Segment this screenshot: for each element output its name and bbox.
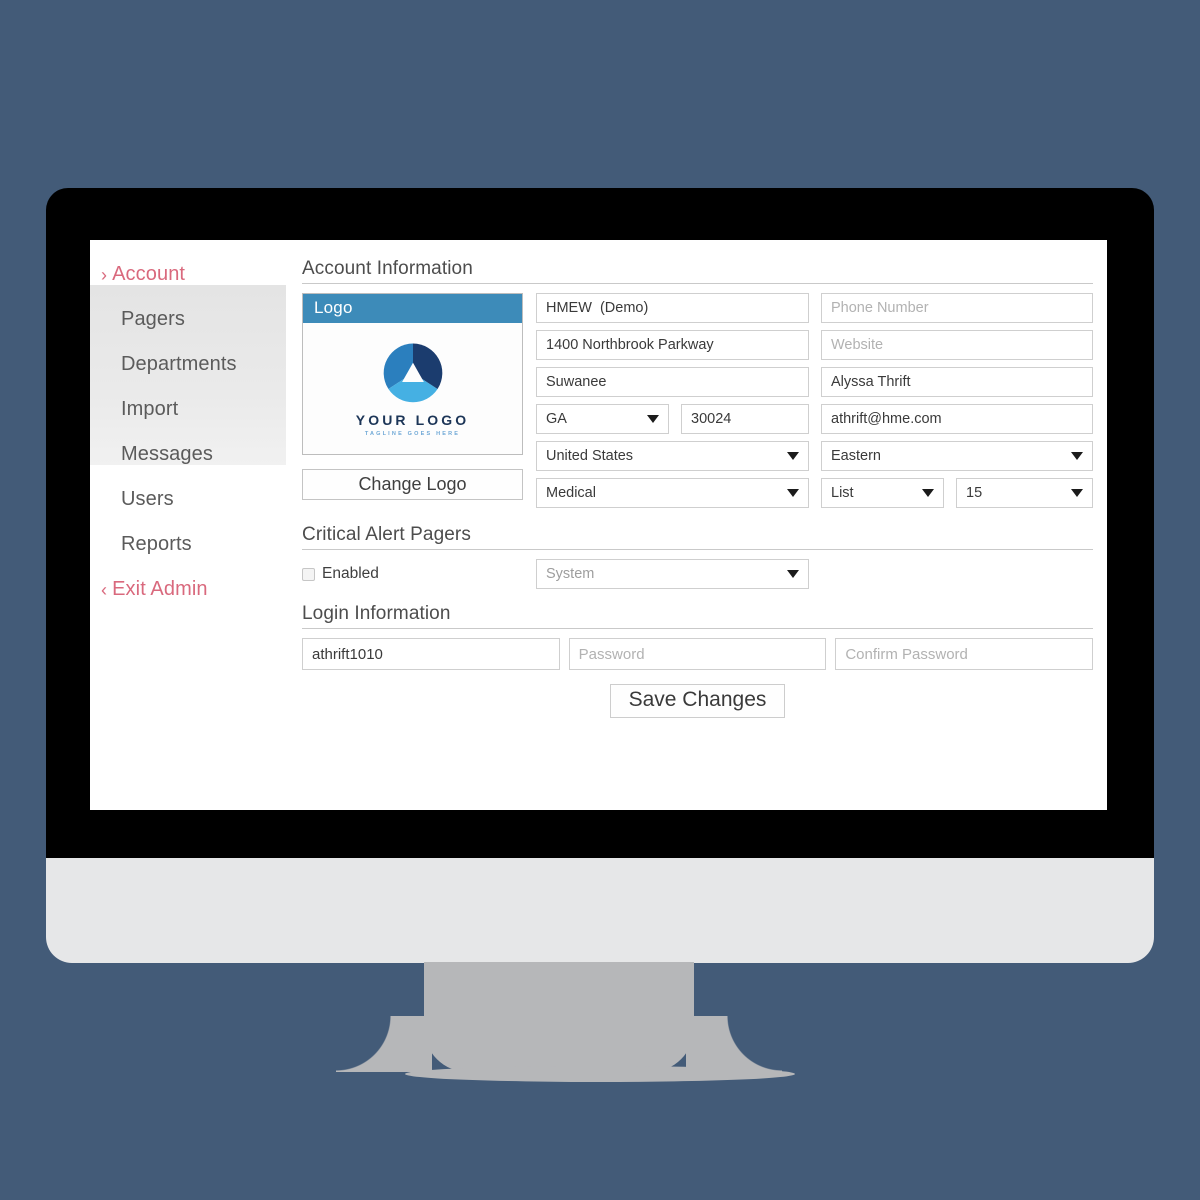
zip-input[interactable] (681, 404, 809, 434)
screen: › Account Pagers Departments Import Mess… (90, 240, 1107, 810)
enabled-label: Enabled (322, 565, 379, 582)
chevron-left-icon: ‹ (101, 579, 108, 600)
account-information-row: Logo YOUR LOGO TAGLINE GOES HERE Change … (302, 293, 1093, 508)
email-input[interactable] (821, 404, 1093, 434)
account-fields-column (536, 293, 1093, 508)
sidebar-item-reports[interactable]: Reports (90, 522, 286, 567)
field-row-name-phone (536, 293, 1093, 323)
website-input[interactable] (821, 330, 1093, 360)
username-input[interactable] (302, 638, 560, 670)
timezone-select[interactable] (821, 441, 1093, 471)
display-mode-select[interactable] (821, 478, 944, 508)
account-name-input[interactable] (536, 293, 809, 323)
timezone-select-value[interactable] (821, 441, 1093, 471)
display-mode-select-value[interactable] (821, 478, 944, 508)
critical-alert-pagers-section: Critical Alert Pagers Enabled (302, 524, 1093, 589)
sidebar-item-label: Reports (121, 533, 192, 555)
page-size-select-value[interactable] (956, 478, 1093, 508)
sidebar-item-messages[interactable]: Messages (90, 432, 286, 477)
section-heading-login-information: Login Information (302, 603, 1093, 629)
sidebar-item-label: Import (121, 398, 179, 420)
chevron-right-icon: › (101, 264, 108, 285)
page-size-select[interactable] (956, 478, 1093, 508)
sidebar-item-pagers[interactable]: Pagers (90, 297, 286, 342)
sidebar-item-label: Exit Admin (112, 578, 208, 600)
enabled-checkbox-group[interactable]: Enabled (302, 565, 536, 583)
sidebar-item-account[interactable]: › Account (90, 252, 286, 297)
sidebar-item-label: Messages (121, 443, 213, 465)
city-input[interactable] (536, 367, 809, 397)
contact-name-input[interactable] (821, 367, 1093, 397)
password-input[interactable] (568, 638, 827, 670)
field-row-country-timezone (536, 441, 1093, 471)
save-changes-button[interactable]: Save Changes (609, 684, 786, 718)
field-row-address-website (536, 330, 1093, 360)
state-select[interactable] (536, 404, 669, 434)
field-row-industry-display-count (536, 478, 1093, 508)
section-heading-critical-alert-pagers: Critical Alert Pagers (302, 524, 1093, 550)
sidebar-item-label: Account (112, 263, 186, 285)
sidebar-item-label: Departments (121, 353, 237, 375)
industry-select-value[interactable] (536, 478, 809, 508)
phone-number-input[interactable] (821, 293, 1093, 323)
critical-alert-row: Enabled (302, 559, 1093, 589)
sidebar-item-departments[interactable]: Departments (90, 342, 286, 387)
logo-column: Logo YOUR LOGO TAGLINE GOES HERE Change … (302, 293, 523, 500)
address-input[interactable] (536, 330, 809, 360)
field-row-state-zip-email (536, 404, 1093, 434)
sidebar-item-exit-admin[interactable]: ‹ Exit Admin (90, 567, 286, 612)
critical-alert-source-value[interactable] (536, 559, 809, 589)
save-button-bar: Save Changes (302, 684, 1093, 718)
login-information-section: Login Information Save Changes (302, 603, 1094, 718)
logo-panel-header: Logo (303, 294, 522, 323)
logo-panel: Logo YOUR LOGO TAGLINE GOES HERE (302, 293, 523, 455)
confirm-password-input[interactable] (835, 638, 1094, 670)
logo-preview: YOUR LOGO TAGLINE GOES HERE (303, 323, 522, 454)
sidebar: › Account Pagers Departments Import Mess… (90, 240, 286, 810)
critical-alert-source-select[interactable] (536, 559, 809, 589)
monitor-stand-foot (405, 1066, 795, 1082)
logo-tagline: TAGLINE GOES HERE (364, 430, 461, 437)
logo-wordmark: YOUR LOGO (355, 411, 470, 428)
monitor-chin (46, 858, 1154, 963)
content-area: Account Information Logo YOUR LOGO TAGLI… (286, 240, 1107, 810)
country-select-value[interactable] (536, 441, 809, 471)
company-logo-icon (383, 343, 442, 402)
sidebar-item-label: Pagers (121, 308, 185, 330)
monitor-mockup: › Account Pagers Departments Import Mess… (46, 188, 1154, 963)
state-select-value[interactable] (536, 404, 669, 434)
sidebar-item-import[interactable]: Import (90, 387, 286, 432)
field-row-city-contact (536, 367, 1093, 397)
country-select[interactable] (536, 441, 809, 471)
sidebar-item-users[interactable]: Users (90, 477, 286, 522)
section-heading-account-information: Account Information (302, 258, 1093, 284)
industry-select[interactable] (536, 478, 809, 508)
login-fields-row (302, 638, 1094, 670)
change-logo-button[interactable]: Change Logo (302, 469, 523, 500)
sidebar-item-label: Users (121, 488, 174, 510)
monitor-stand-neck (424, 962, 694, 1072)
enabled-checkbox[interactable] (302, 567, 315, 581)
